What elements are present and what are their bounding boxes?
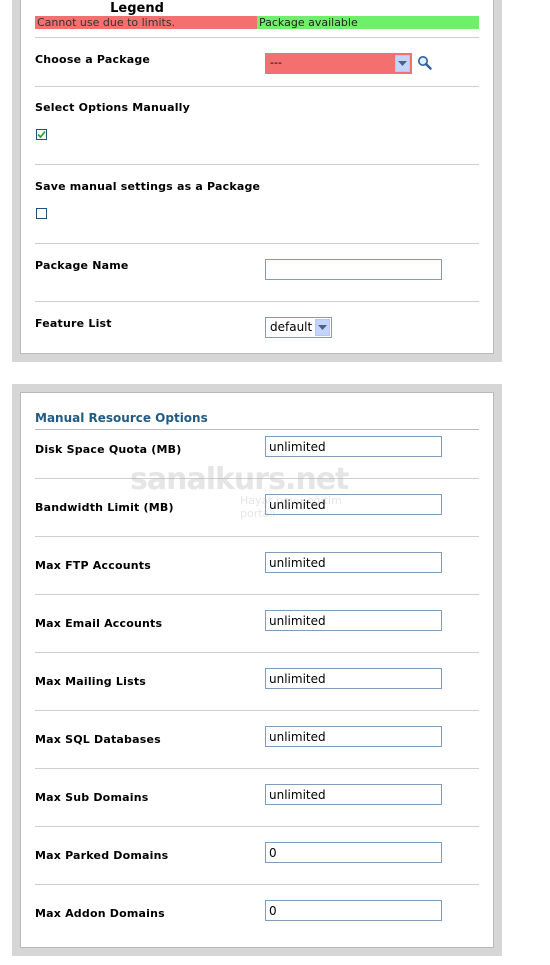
watermark: sanalkurs.net Hayat boyu eğitim portalı (130, 462, 349, 520)
max-email-label: Max Email Accounts (35, 617, 163, 630)
feature-list-label: Feature List (35, 317, 112, 330)
max-mailing-lists-label: Max Mailing Lists (35, 675, 147, 688)
package-panel-body: Legend Cannot use due to limits. Package… (20, 0, 494, 354)
package-name-label: Package Name (35, 259, 129, 272)
legend-title: Legend (110, 1, 164, 16)
max-sub-domains-label: Max Sub Domains (35, 791, 149, 804)
divider (35, 710, 479, 711)
divider (35, 536, 479, 537)
max-mailing-lists-input[interactable] (265, 668, 442, 689)
divider (35, 164, 479, 165)
divider (35, 594, 479, 595)
max-sql-label: Max SQL Databases (35, 733, 161, 746)
package-select[interactable]: --- (265, 53, 412, 74)
package-name-input[interactable] (265, 259, 442, 280)
chevron-down-icon[interactable] (315, 319, 330, 336)
bandwidth-limit-label: Bandwidth Limit (MB) (35, 501, 174, 514)
max-ftp-input[interactable] (265, 552, 442, 573)
save-as-package-label: Save manual settings as a Package (35, 180, 261, 193)
legend-unavailable: Cannot use due to limits. (35, 16, 257, 29)
divider (35, 86, 479, 87)
max-addon-domains-label: Max Addon Domains (35, 907, 165, 920)
feature-list-value: default (270, 320, 313, 334)
save-as-package-checkbox[interactable] (36, 208, 47, 219)
divider (35, 243, 479, 244)
max-parked-domains-input[interactable] (265, 842, 442, 863)
choose-package-label: Choose a Package (35, 53, 151, 66)
max-addon-domains-input[interactable] (265, 900, 442, 921)
legend-available: Package available (257, 16, 479, 29)
max-parked-domains-label: Max Parked Domains (35, 849, 169, 862)
disk-quota-input[interactable] (265, 436, 442, 457)
divider (35, 652, 479, 653)
divider (35, 37, 479, 38)
section-title: Manual Resource Options (35, 411, 208, 425)
watermark-subtext: Hayat boyu eğitim portalı (240, 494, 342, 520)
divider (35, 301, 479, 302)
divider (35, 429, 479, 430)
divider (35, 884, 479, 885)
max-sub-domains-input[interactable] (265, 784, 442, 805)
max-email-input[interactable] (265, 610, 442, 631)
watermark-text: sanalkurs.net (130, 462, 349, 497)
package-select-value: --- (270, 56, 282, 69)
divider (35, 826, 479, 827)
select-options-manually-checkbox[interactable] (36, 129, 47, 140)
select-options-manually-label: Select Options Manually (35, 101, 191, 114)
chevron-down-icon[interactable] (395, 55, 410, 72)
checkmark-icon (37, 130, 46, 139)
magnifier-icon[interactable] (417, 55, 432, 70)
divider (35, 768, 479, 769)
max-ftp-label: Max FTP Accounts (35, 559, 151, 572)
feature-list-select[interactable]: default (265, 317, 332, 338)
max-sql-input[interactable] (265, 726, 442, 747)
package-panel: Legend Cannot use due to limits. Package… (12, 0, 502, 362)
disk-quota-label: Disk Space Quota (MB) (35, 443, 182, 456)
